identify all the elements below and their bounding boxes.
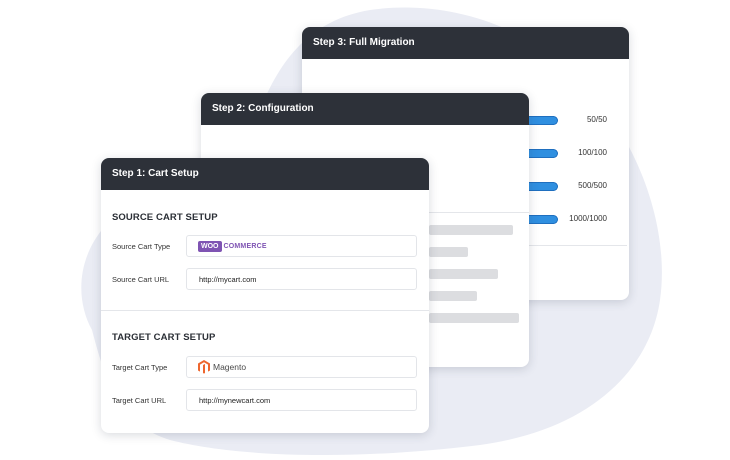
skeleton-line xyxy=(429,291,477,301)
progress-value: 500/500 xyxy=(578,181,607,190)
target-cart-url-value: http://mynewcart.com xyxy=(199,396,271,405)
target-cart-url-label: Target Cart URL xyxy=(112,396,167,405)
source-cart-url-label: Source Cart URL xyxy=(112,275,170,284)
step2-header: Step 2: Configuration xyxy=(201,93,529,125)
source-cart-type-label: Source Cart Type xyxy=(112,242,171,251)
magento-logo: Magento xyxy=(198,360,246,374)
progress-value: 100/100 xyxy=(578,148,607,157)
source-cart-type-select[interactable]: WOO COMMERCE xyxy=(186,235,417,257)
step1-header: Step 1: Cart Setup xyxy=(101,158,429,190)
step1-card: Step 1: Cart Setup SOURCE CART SETUP Sou… xyxy=(101,158,429,433)
woocommerce-logo: WOO COMMERCE xyxy=(198,241,267,252)
source-section-title: SOURCE CART SETUP xyxy=(112,212,218,223)
source-cart-url-field[interactable]: http://mycart.com xyxy=(186,268,417,290)
magento-word-text: Magento xyxy=(213,362,247,372)
woo-word-text: COMMERCE xyxy=(223,243,267,250)
skeleton-line xyxy=(429,247,468,257)
progress-value: 1000/1000 xyxy=(569,214,607,223)
skeleton-line xyxy=(429,269,498,279)
skeleton-line xyxy=(429,313,519,323)
skeleton-line xyxy=(429,225,513,235)
woo-badge-text: WOO xyxy=(198,241,222,252)
target-cart-type-label: Target Cart Type xyxy=(112,363,168,372)
target-section-title: TARGET CART SETUP xyxy=(112,332,216,343)
progress-value: 50/50 xyxy=(586,115,607,124)
source-cart-url-value: http://mycart.com xyxy=(199,275,257,284)
section-divider xyxy=(101,310,429,311)
target-cart-url-field[interactable]: http://mynewcart.com xyxy=(186,389,417,411)
target-cart-type-select[interactable]: Magento xyxy=(186,356,417,378)
magento-icon xyxy=(198,360,210,374)
step3-header: Step 3: Full Migration xyxy=(302,27,629,59)
